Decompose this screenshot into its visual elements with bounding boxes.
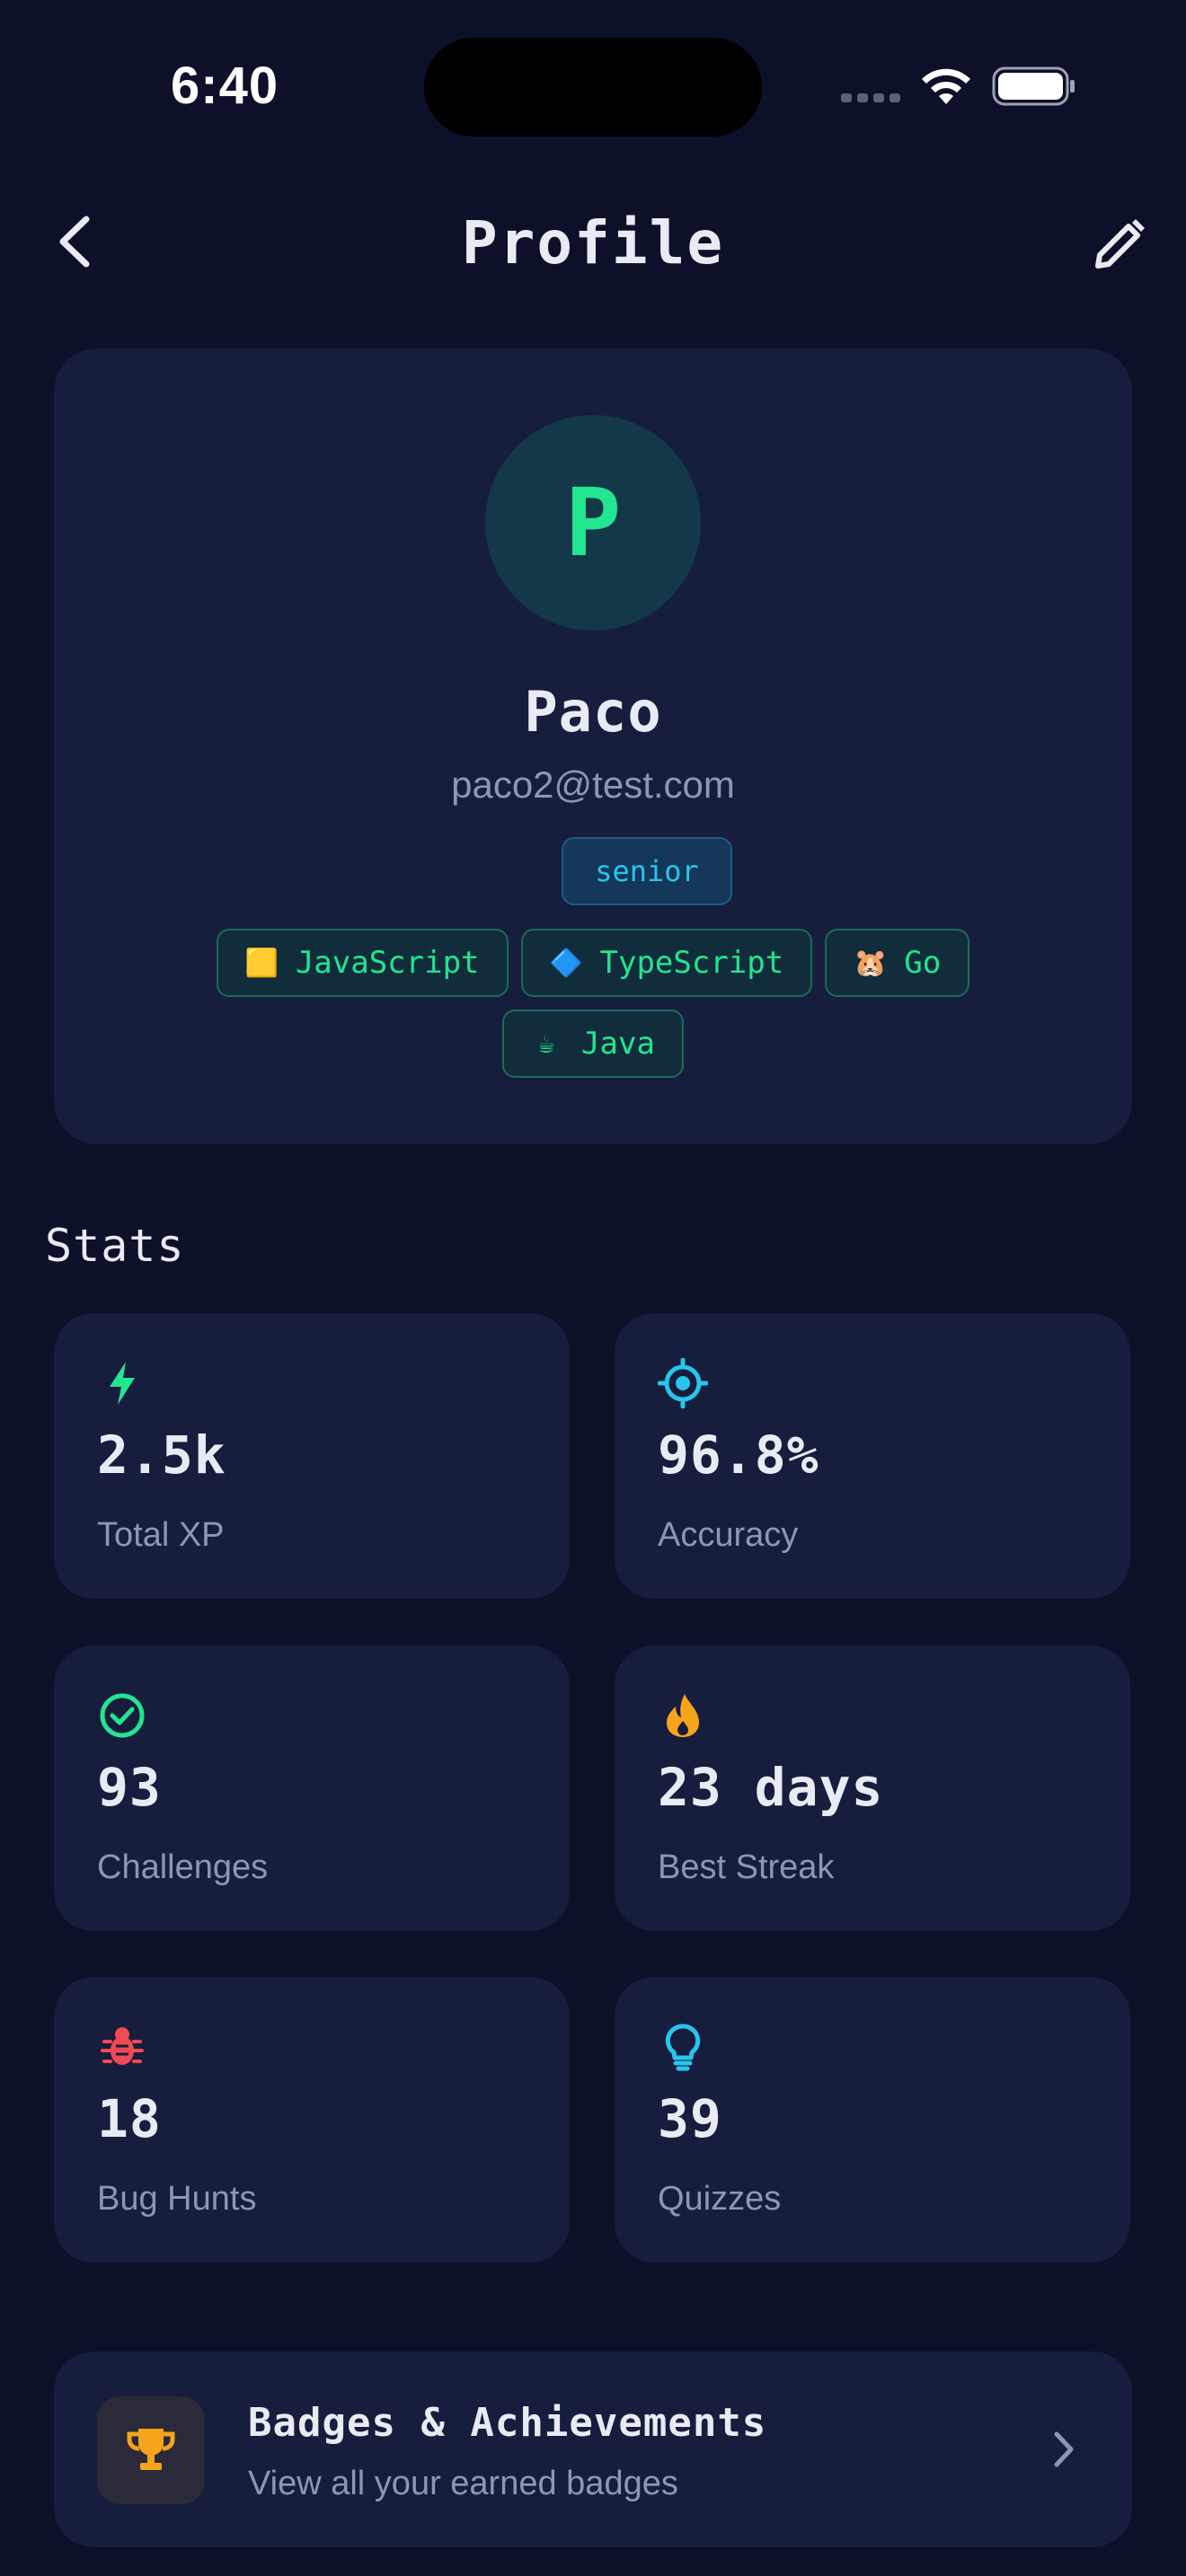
battery-icon	[992, 66, 1075, 106]
stats-section-title: Stats	[45, 1220, 185, 1272]
badges-title: Badges & Achievements	[248, 2400, 767, 2446]
stat-label: Challenges	[97, 1848, 269, 1886]
wifi-icon	[922, 68, 970, 104]
language-chip-label: Java	[581, 1026, 655, 1062]
language-chip-label: Go	[904, 945, 942, 981]
status-bar: 6:40	[0, 0, 1186, 171]
javascript-emoji-icon: 🟨	[244, 947, 279, 979]
user-name: Paco	[524, 679, 662, 745]
bug-icon	[101, 2027, 144, 2065]
language-chip-label: TypeScript	[599, 945, 784, 981]
language-chip-row: ☕ Java	[54, 1010, 1132, 1078]
level-badge: senior	[562, 837, 732, 905]
target-icon	[658, 1358, 708, 1408]
lightbulb-icon	[665, 2024, 701, 2071]
top-nav-bar: Profile	[0, 189, 1186, 296]
language-chip-row: 🟨 JavaScript 🔷 TypeScript 🐹 Go	[54, 929, 1132, 997]
go-gopher-emoji-icon: 🐹	[854, 947, 888, 979]
stat-card-best-streak: 23 days Best Streak	[615, 1645, 1130, 1931]
stat-value: 39	[658, 2088, 722, 2149]
trophy-icon	[127, 2429, 175, 2470]
stat-value: 23 days	[658, 1757, 884, 1818]
flame-icon	[667, 1694, 699, 1737]
stat-card-quizzes: 39 Quizzes	[615, 1977, 1130, 2263]
profile-card: P Paco paco2@test.com senior 🟨 JavaScrip…	[54, 348, 1132, 1144]
stat-value: 18	[97, 2088, 162, 2149]
stat-label: Quizzes	[658, 2180, 782, 2218]
stat-card-bug-hunts: 18 Bug Hunts	[54, 1977, 570, 2263]
stat-label: Accuracy	[658, 1516, 799, 1554]
chevron-right-icon	[1054, 2431, 1074, 2467]
stat-label: Bug Hunts	[97, 2180, 257, 2218]
stat-value: 96.8%	[658, 1425, 819, 1486]
stat-value: 2.5k	[97, 1425, 226, 1486]
language-chip-label: JavaScript	[295, 945, 480, 981]
language-chip-javascript[interactable]: 🟨 JavaScript	[216, 929, 509, 997]
stat-label: Best Streak	[658, 1848, 835, 1886]
page-title: Profile	[461, 208, 725, 278]
lightning-icon	[110, 1362, 135, 1405]
typescript-emoji-icon: 🔷	[549, 947, 583, 979]
stat-card-accuracy: 96.8% Accuracy	[615, 1313, 1130, 1599]
stat-card-total-xp: 2.5k Total XP	[54, 1313, 570, 1599]
dynamic-island	[424, 38, 762, 137]
edit-pencil-icon[interactable]	[1091, 216, 1148, 273]
user-email: paco2@test.com	[451, 763, 735, 806]
language-chip-go[interactable]: 🐹 Go	[825, 929, 970, 997]
stat-card-challenges: 93 Challenges	[54, 1645, 570, 1931]
stat-label: Total XP	[97, 1516, 225, 1554]
check-circle-icon	[100, 1693, 145, 1738]
status-time: 6:40	[171, 57, 279, 115]
badges-achievements-row[interactable]: Badges & Achievements View all your earn…	[54, 2351, 1132, 2547]
java-coffee-emoji-icon: ☕	[538, 1028, 555, 1060]
badges-subtitle: View all your earned badges	[248, 2465, 678, 2502]
cellular-signal-icon	[841, 93, 900, 102]
avatar: P	[485, 415, 701, 631]
language-chip-java[interactable]: ☕ Java	[502, 1010, 684, 1078]
stat-value: 93	[97, 1757, 162, 1818]
trophy-icon-container	[97, 2396, 205, 2504]
language-chip-typescript[interactable]: 🔷 TypeScript	[520, 929, 813, 997]
